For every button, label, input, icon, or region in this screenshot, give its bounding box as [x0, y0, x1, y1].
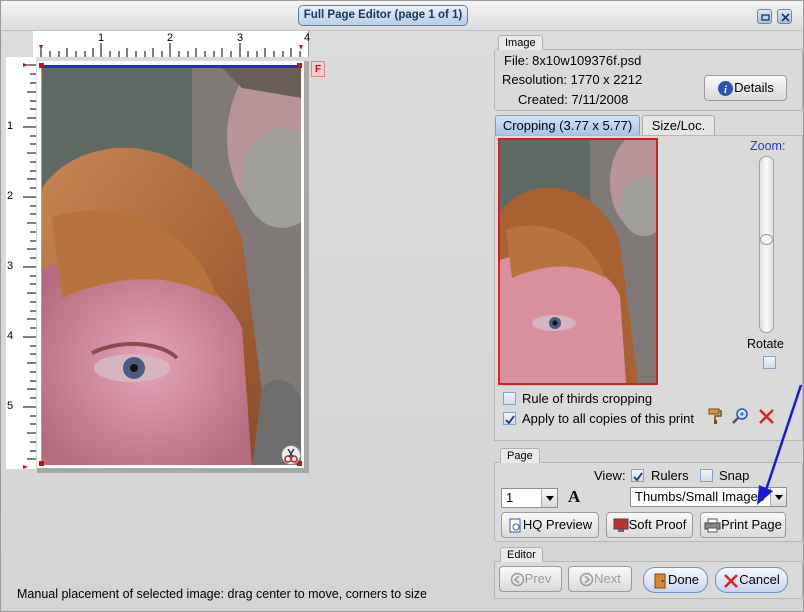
full-page-editor-window: Full Page Editor (page 1 of 1) 1 2 3 4 1…	[0, 0, 804, 612]
info-icon: i	[718, 81, 734, 97]
apply-all-checkbox[interactable]	[503, 412, 516, 425]
door-icon	[654, 573, 666, 589]
copies-select[interactable]: 1	[501, 488, 558, 508]
done-label: Done	[667, 572, 700, 587]
scissors-icon[interactable]	[281, 445, 301, 465]
top-ruler: 1 2 3 4	[33, 31, 311, 57]
title-bar: Full Page Editor (page 1 of 1)	[1, 1, 803, 31]
rotate-checkbox[interactable]	[763, 356, 776, 369]
prev-label: Prev	[524, 571, 552, 586]
rulers-checkbox[interactable]	[631, 469, 644, 482]
apply-all-label: Apply to all copies of this print	[522, 411, 694, 426]
zoom-slider-handle[interactable]	[760, 234, 773, 245]
rule-of-thirds-label: Rule of thirds cropping	[522, 391, 653, 406]
rotate-label: Rotate	[747, 337, 784, 351]
monitor-icon	[613, 518, 629, 533]
close-icon	[781, 13, 790, 22]
details-label: Details	[734, 80, 774, 95]
restore-icon	[761, 14, 770, 21]
tab-cropping[interactable]: Cropping (3.77 x 5.77)	[495, 115, 640, 135]
close-button[interactable]	[777, 9, 792, 24]
brush-icon[interactable]	[706, 407, 724, 425]
printer-icon	[704, 518, 721, 533]
details-button[interactable]: i Details	[704, 75, 787, 101]
restore-button[interactable]	[757, 9, 772, 24]
crop-preview[interactable]	[498, 138, 658, 385]
snap-checkbox[interactable]	[700, 469, 713, 482]
ruler-label: 2	[167, 32, 174, 44]
zoom-tool-icon[interactable]	[731, 407, 749, 425]
next-label: Next	[594, 571, 621, 586]
view-mode-value: Thumbs/Small Images	[635, 489, 765, 504]
next-button[interactable]: Next	[568, 566, 632, 592]
image-group-label: Image	[498, 35, 543, 50]
page-group-label: Page	[500, 448, 540, 463]
editor-group-label: Editor	[500, 547, 543, 562]
annotation-arrow	[757, 384, 803, 505]
created-date: Created: 7/11/2008	[518, 92, 629, 107]
page-marker[interactable]: F	[311, 61, 325, 77]
copies-value: 1	[506, 490, 514, 505]
soft-proof-label: Soft Proof	[628, 517, 687, 532]
view-label: View:	[594, 468, 626, 483]
font-icon[interactable]: A	[568, 487, 580, 507]
hq-preview-button[interactable]: HQ Preview	[501, 512, 599, 538]
ruler-label: 2	[7, 190, 14, 202]
hq-preview-label: HQ Preview	[522, 517, 593, 532]
placed-photo[interactable]	[41, 65, 301, 465]
crop-corner-handle[interactable]	[39, 63, 44, 68]
print-page-button[interactable]: Print Page	[700, 512, 786, 538]
ruler-label: 3	[237, 32, 244, 44]
zoom-label: Zoom:	[750, 139, 786, 153]
resolution: Resolution: 1770 x 2212	[502, 72, 643, 87]
file-name: File: 8x10w109376f.psd	[504, 53, 642, 68]
cancel-button[interactable]: Cancel	[715, 567, 788, 593]
print-page-label: Print Page	[721, 517, 782, 532]
ruler-label: 3	[7, 260, 14, 272]
left-ruler: 1 2 3 4 5	[6, 57, 36, 469]
prev-icon	[510, 572, 524, 587]
tab-size-loc[interactable]: Size/Loc.	[642, 115, 715, 135]
ruler-label: 5	[7, 400, 14, 412]
window-title: Full Page Editor (page 1 of 1)	[298, 5, 468, 26]
status-text: Manual placement of selected image: drag…	[17, 587, 427, 601]
ruler-label: 4	[7, 330, 14, 342]
rulers-label: Rulers	[651, 468, 689, 483]
done-button[interactable]: Done	[643, 567, 708, 593]
ruler-label: 4	[304, 32, 311, 44]
ruler-label: 1	[98, 32, 105, 44]
crop-corner-handle[interactable]	[297, 63, 302, 68]
rule-of-thirds-checkbox[interactable]	[503, 392, 516, 405]
soft-proof-button[interactable]: Soft Proof	[606, 512, 693, 538]
cancel-x-icon	[724, 573, 739, 588]
prev-button[interactable]: Prev	[499, 566, 562, 592]
document-preview-icon	[509, 518, 521, 533]
next-icon	[579, 572, 594, 587]
cancel-label: Cancel	[739, 572, 780, 587]
crop-corner-handle[interactable]	[39, 461, 44, 466]
snap-label: Snap	[719, 468, 750, 483]
ruler-label: 1	[7, 120, 14, 132]
